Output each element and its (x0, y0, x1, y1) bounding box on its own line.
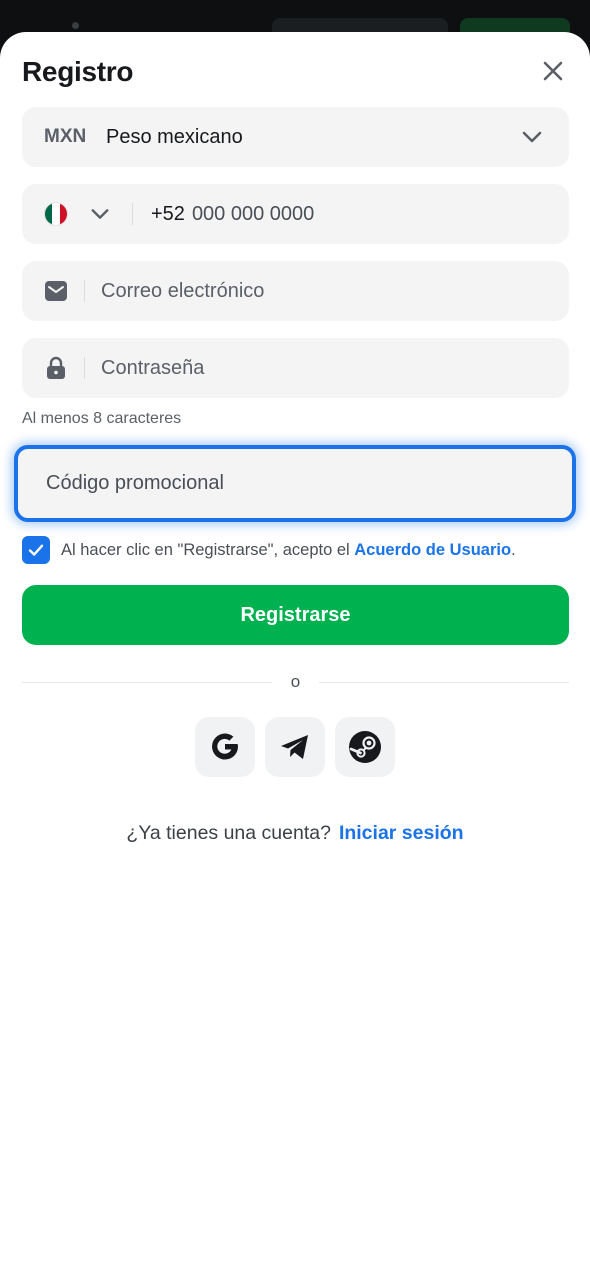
steam-login-button[interactable] (335, 717, 395, 777)
password-input[interactable] (101, 356, 521, 380)
phone-field: +52 (22, 184, 569, 244)
close-button[interactable] (534, 52, 572, 90)
terms-checkbox[interactable] (22, 536, 50, 564)
checkmark-icon (28, 544, 44, 556)
terms-label: Al hacer clic en "Registrarse", acepto e… (61, 540, 355, 559)
currency-name: Peso mexicano (106, 125, 243, 148)
steam-icon (349, 731, 381, 763)
divider (84, 357, 85, 379)
telegram-icon (281, 735, 308, 759)
mexico-flag-icon[interactable] (44, 202, 68, 226)
login-question: ¿Ya tienes una cuenta? (126, 822, 331, 844)
password-hint: Al menos 8 caracteres (22, 410, 182, 427)
phone-prefix: +52 (151, 202, 185, 225)
chevron-down-icon[interactable] (90, 204, 110, 224)
or-divider: o (22, 672, 569, 692)
background-dot (72, 22, 79, 29)
password-field (22, 338, 569, 398)
google-icon (212, 733, 238, 760)
google-login-button[interactable] (195, 717, 255, 777)
social-login-buttons (195, 717, 395, 777)
divider (84, 280, 85, 302)
terms-row: Al hacer clic en "Registrarse", acepto e… (22, 536, 516, 564)
flag-stripe (45, 203, 53, 225)
registration-sheet: Registro MXN Peso mexicano +52 000 000 0… (0, 32, 590, 1280)
telegram-login-button[interactable] (265, 717, 325, 777)
lock-icon (44, 356, 68, 380)
email-field (22, 261, 569, 321)
flag-stripe (59, 203, 67, 225)
terms-text: Al hacer clic en "Registrarse", acepto e… (61, 541, 516, 560)
flag-stripe (52, 203, 60, 225)
currency-select[interactable]: MXN Peso mexicano (22, 107, 569, 167)
register-button[interactable]: Registrarse (22, 585, 569, 645)
email-input[interactable] (101, 279, 521, 303)
chevron-down-icon (522, 131, 542, 143)
promo-code-input[interactable] (46, 472, 526, 495)
envelope-icon (44, 279, 68, 303)
login-prompt: ¿Ya tienes una cuenta? Iniciar sesión (0, 822, 590, 845)
divider (132, 203, 133, 225)
promo-code-field (14, 445, 576, 522)
divider-line (319, 682, 569, 683)
page-title: Registro (22, 56, 134, 87)
currency-code: MXN (44, 126, 87, 147)
phone-input[interactable] (191, 202, 442, 226)
close-icon (543, 61, 563, 81)
user-agreement-link[interactable]: Acuerdo de Usuario (354, 541, 511, 559)
terms-suffix: . (511, 540, 516, 559)
login-link[interactable]: Iniciar sesión (339, 822, 464, 844)
